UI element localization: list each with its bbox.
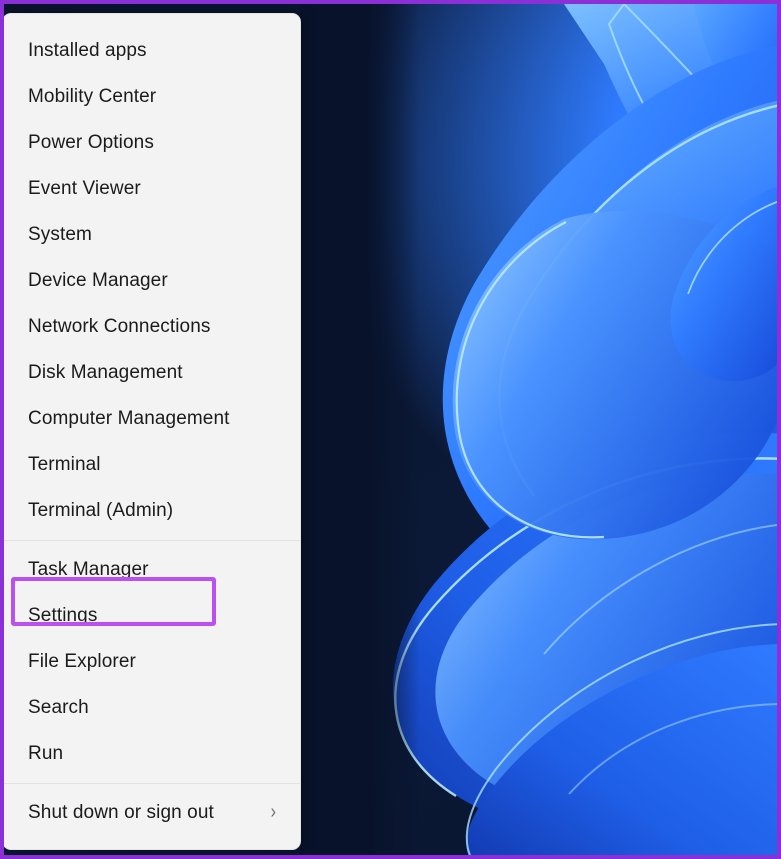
menu-item-label: Network Connections [28, 316, 211, 337]
menu-item-label: Shut down or sign out [28, 802, 214, 823]
menu-item-label: Event Viewer [28, 178, 141, 199]
menu-item-label: Installed apps [28, 40, 147, 61]
menu-item-label: Run [28, 743, 64, 764]
menu-item-label: Mobility Center [28, 86, 157, 107]
menu-item-label: Power Options [28, 132, 154, 153]
menu-item-label: File Explorer [28, 651, 136, 672]
menu-item-desktop[interactable]: Desktop [4, 836, 300, 849]
menu-item-network-connections[interactable]: Network Connections [4, 304, 300, 350]
menu-item-label: Task Manager [28, 559, 149, 580]
menu-item-terminal[interactable]: Terminal [4, 442, 300, 488]
menu-item-label: Computer Management [28, 408, 230, 429]
menu-item-file-explorer[interactable]: File Explorer [4, 639, 300, 685]
win-x-context-menu[interactable]: Installed apps Mobility Center Power Opt… [4, 13, 301, 850]
menu-divider-1 [4, 540, 300, 541]
menu-item-power-options[interactable]: Power Options [4, 120, 300, 166]
chevron-right-icon: › [270, 801, 276, 823]
menu-item-event-viewer[interactable]: Event Viewer [4, 166, 300, 212]
menu-item-label: Settings [28, 605, 98, 626]
menu-item-task-manager[interactable]: Task Manager [4, 547, 300, 593]
menu-item-label: Search [28, 697, 89, 718]
menu-item-device-manager[interactable]: Device Manager [4, 258, 300, 304]
menu-item-installed-apps[interactable]: Installed apps [4, 28, 300, 74]
menu-item-label: Device Manager [28, 270, 168, 291]
menu-item-label: Disk Management [28, 362, 183, 383]
menu-item-system[interactable]: System [4, 212, 300, 258]
wallpaper-left-vignette [300, 4, 420, 855]
menu-item-settings[interactable]: Settings [4, 593, 300, 639]
menu-item-terminal-admin[interactable]: Terminal (Admin) [4, 488, 300, 534]
menu-item-label: Desktop [28, 848, 286, 849]
menu-item-disk-management[interactable]: Disk Management [4, 350, 300, 396]
menu-divider-2 [4, 783, 300, 784]
menu-item-label: Terminal [28, 454, 101, 475]
menu-item-shut-down-or-sign-out[interactable]: Shut down or sign out › [4, 790, 300, 836]
screenshot-root: Installed apps Mobility Center Power Opt… [0, 0, 781, 859]
menu-item-run[interactable]: Run [4, 731, 300, 777]
menu-item-label: System [28, 224, 92, 245]
menu-item-computer-management[interactable]: Computer Management [4, 396, 300, 442]
menu-item-search[interactable]: Search [4, 685, 300, 731]
menu-item-label: Terminal (Admin) [28, 500, 174, 521]
menu-item-mobility-center[interactable]: Mobility Center [4, 74, 300, 120]
